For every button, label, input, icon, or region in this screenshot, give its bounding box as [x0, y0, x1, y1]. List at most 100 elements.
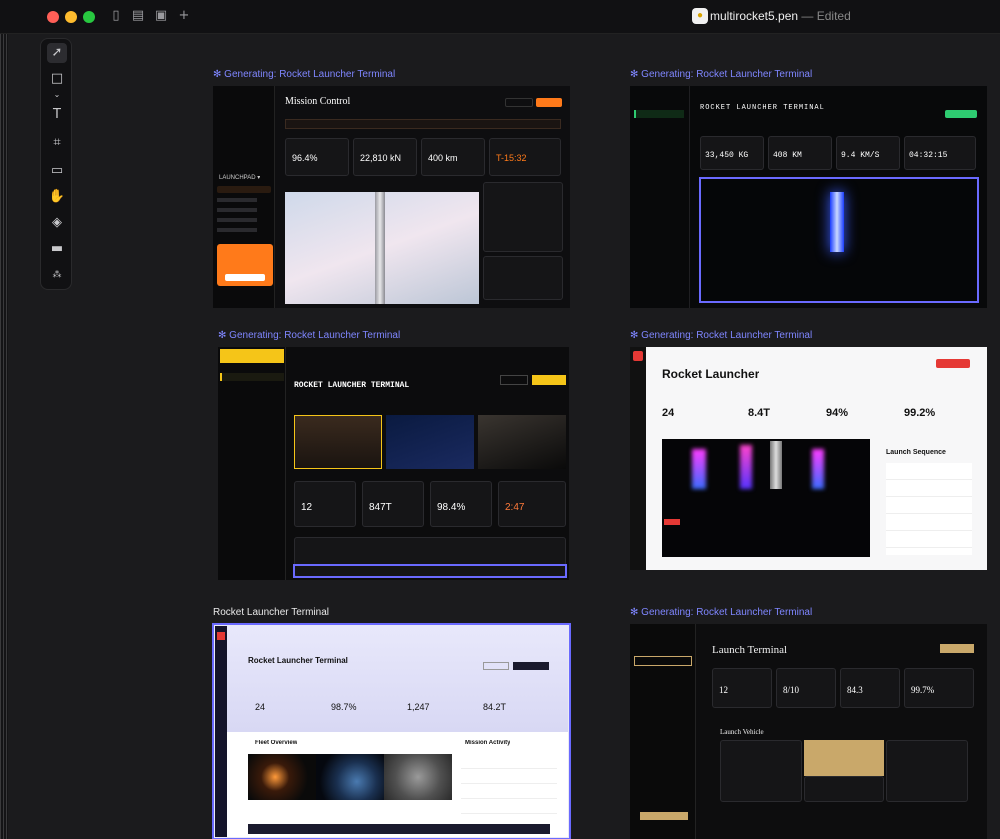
note-tool-icon[interactable]: ▭ [47, 161, 67, 181]
vehicle-card-selected[interactable] [804, 740, 884, 776]
header-area [227, 626, 568, 732]
sidebar-toggle-icon[interactable]: ▯ [108, 8, 124, 24]
secondary-button[interactable] [500, 375, 528, 385]
document-name: multirocket5.pen [710, 9, 799, 23]
stat-card: 847T [362, 481, 424, 527]
frame-tool-icon[interactable]: ⌗ [47, 133, 67, 153]
stat-value: 8.4T [748, 407, 771, 419]
table-row-selected[interactable] [293, 564, 567, 578]
launch-button[interactable] [945, 110, 977, 118]
component-tool-icon[interactable]: ◈ [47, 213, 67, 233]
stat-value: 12 [301, 502, 313, 513]
minimize-window-button[interactable] [65, 11, 77, 23]
frame-mission-control[interactable]: LAUNCHPAD ▾ Mission Control 96.4% 22,810… [213, 86, 570, 308]
rocket-image [285, 192, 479, 304]
frame-terminal-yellow[interactable]: ROCKET LAUNCHER TERMINAL 12 847T 98.4% 2… [218, 347, 569, 580]
panel-title: Launch Sequence [886, 449, 946, 456]
vehicle-card[interactable] [478, 415, 566, 469]
vehicle-card[interactable] [720, 740, 802, 802]
sidebar [630, 347, 646, 570]
stat-value: 8/10 [783, 685, 800, 695]
vehicle-card[interactable] [886, 740, 968, 802]
sidebar [630, 86, 690, 308]
upgrade-button[interactable] [225, 274, 265, 281]
frame-label-6[interactable]: ✻ Generating: Rocket Launcher Terminal [630, 607, 812, 618]
frame-label-2[interactable]: ✻ Generating: Rocket Launcher Terminal [630, 69, 812, 80]
hand-tool-icon[interactable]: ✋ [47, 187, 67, 207]
pointer-tool-icon[interactable]: ➚ [47, 43, 67, 63]
page-title: Rocket Launcher Terminal [248, 656, 348, 665]
sidebar [215, 626, 227, 837]
stat-card: 04:32:15 [904, 136, 976, 170]
zoom-window-button[interactable] [83, 11, 95, 23]
frame-light-dashboard[interactable]: Rocket Launcher 24 8.4T 94% 99.2% Launch… [630, 347, 987, 570]
stat-card: T-15:32 [489, 138, 561, 176]
stat-value: 94% [826, 407, 849, 419]
frame-label-4[interactable]: ✻ Generating: Rocket Launcher Terminal [630, 330, 812, 341]
viewport-panel-selected[interactable] [699, 177, 979, 303]
sidebar-item[interactable] [217, 228, 257, 232]
sidebar-item[interactable] [217, 208, 257, 212]
stat-value: 98.4% [437, 502, 466, 513]
close-window-button[interactable] [47, 11, 59, 23]
page-title: Mission Control [285, 96, 351, 107]
stat-card: 8/10 [776, 668, 836, 708]
sidebar-item-active[interactable] [634, 656, 692, 666]
ai-tool-icon[interactable]: ⁂ [47, 265, 67, 285]
primary-button[interactable] [532, 375, 566, 385]
stat-card: 408 KM [768, 136, 832, 170]
section-title: Launch Vehicle [720, 728, 764, 736]
launch-button[interactable] [940, 644, 974, 653]
frame-gold-terminal[interactable]: Launch Terminal 12 8/10 84.3 99.7% Launc… [630, 624, 987, 839]
frame-light-selected[interactable]: Rocket Launcher Terminal 24 98.7% 1,247 … [212, 623, 571, 839]
page-title: ROCKET LAUNCHER TERMINAL [294, 381, 410, 390]
text-tool-icon[interactable]: T [47, 105, 67, 125]
configure-button[interactable] [505, 98, 533, 107]
vehicle-card[interactable] [386, 415, 474, 469]
frame-label-3-text: Generating: Rocket Launcher Terminal [229, 330, 401, 341]
stat-card: 98.4% [430, 481, 492, 527]
fleet-image [316, 754, 384, 800]
brand-bar [220, 349, 284, 363]
stat-value: 22,810 kN [360, 153, 402, 163]
section-title: Fleet Overview [255, 740, 298, 746]
launch-button[interactable] [536, 98, 562, 107]
add-tab-icon[interactable]: + [176, 8, 192, 24]
frame-terminal-green[interactable]: ROCKET LAUNCHER TERMINAL 33,450 KG 408 K… [630, 86, 987, 308]
sidebar-cta-button[interactable] [640, 812, 688, 820]
frame-label-1[interactable]: ✻ Generating: Rocket Launcher Terminal [213, 69, 395, 80]
stat-value: 99.7% [911, 685, 935, 695]
export-button[interactable] [483, 662, 509, 670]
tool-palette: ➚ □ ⌄ T ⌗ ▭ ✋ ◈ ▬ ⁂ [40, 38, 72, 290]
new-launch-button[interactable] [936, 359, 970, 368]
stat-card: 84.3 [840, 668, 900, 708]
rocket-glow [830, 192, 844, 252]
document-status: — Edited [801, 9, 851, 23]
rocket-body [770, 441, 782, 489]
brand: LAUNCHPAD ▾ [219, 175, 261, 181]
fleet-image [248, 754, 316, 800]
vehicle-card-selected[interactable] [294, 415, 382, 469]
sidebar-item-active[interactable] [634, 110, 684, 118]
variables-tool-icon[interactable]: ▬ [47, 239, 67, 259]
frame-label-5[interactable]: Rocket Launcher Terminal [213, 607, 329, 618]
light-tower [740, 445, 752, 489]
sidebar-item[interactable] [217, 198, 257, 202]
upgrade-card[interactable] [217, 244, 273, 286]
sidebar [218, 347, 286, 580]
sidebar-item-active[interactable] [217, 186, 271, 193]
page-title: Launch Terminal [712, 644, 788, 656]
new-launch-button[interactable] [513, 662, 549, 670]
sidebar-item-active[interactable] [220, 373, 284, 381]
frame-label-1-text: Generating: Rocket Launcher Terminal [224, 69, 396, 80]
sidebar-item[interactable] [217, 218, 257, 222]
rocket-body [375, 192, 385, 304]
files-icon[interactable]: ▤ [130, 8, 146, 24]
stat-card: 9.4 KM/S [836, 136, 900, 170]
chevron-down-icon[interactable]: ⌄ [47, 85, 67, 105]
frame-label-3[interactable]: ✻ Generating: Rocket Launcher Terminal [218, 330, 400, 341]
stat-value: 24 [662, 407, 675, 419]
folder-icon[interactable]: ▣ [153, 8, 169, 24]
stat-value: 408 KM [773, 151, 802, 160]
timeline-bar[interactable] [248, 824, 550, 834]
